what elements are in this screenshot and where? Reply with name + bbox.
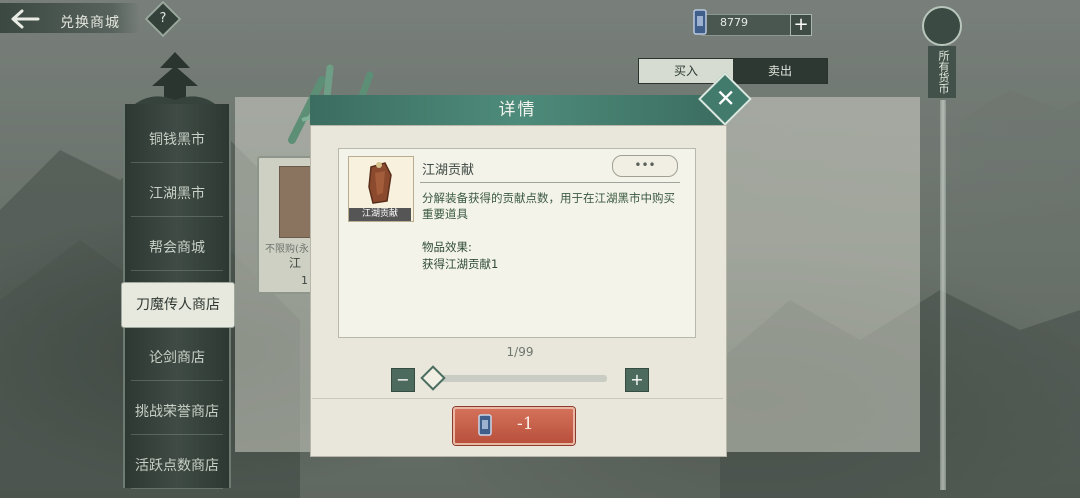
sidebar-item-duel-shop[interactable]: 论剑商店 bbox=[131, 336, 223, 381]
quantity-slider[interactable] bbox=[425, 375, 607, 382]
item-effect-label: 物品效果: bbox=[422, 240, 472, 254]
currency-amount: 8779 bbox=[720, 16, 748, 29]
confirm-cost-label: -1 bbox=[517, 414, 534, 434]
add-currency-button[interactable]: + bbox=[790, 14, 812, 36]
contribution-item-icon bbox=[368, 162, 392, 204]
back-arrow-icon[interactable] bbox=[10, 9, 40, 29]
sidebar-item-jianghu-market[interactable]: 江湖黑市 bbox=[131, 172, 223, 217]
modal-header: 详情 bbox=[310, 95, 725, 125]
detail-divider bbox=[420, 182, 680, 183]
more-options-button[interactable]: ••• bbox=[612, 155, 678, 177]
sidebar-item-guild-shop[interactable]: 帮会商城 bbox=[131, 226, 223, 271]
back-bar[interactable]: 兑换商城 bbox=[0, 3, 140, 33]
sidebar-item-copper-market[interactable]: 铜钱黑市 bbox=[131, 118, 223, 163]
contribution-token-icon bbox=[478, 414, 492, 436]
sidebar-item-blade-heir-shop[interactable]: 刀魔传人商店 bbox=[121, 282, 235, 328]
item-card-count: 1 bbox=[301, 274, 308, 287]
item-name: 江湖贡献 bbox=[422, 163, 475, 178]
item-card-name: 江 bbox=[289, 256, 302, 270]
currency-bar bbox=[700, 14, 802, 36]
item-effect-text: 获得江湖贡献1 bbox=[422, 257, 499, 271]
modal-footer-divider bbox=[312, 398, 723, 399]
sidebar-item-activity-shop[interactable]: 活跃点数商店 bbox=[131, 444, 223, 489]
quantity-text: 1/99 bbox=[506, 345, 534, 359]
confirm-exchange-button[interactable] bbox=[453, 407, 575, 445]
help-icon: ? bbox=[159, 11, 167, 26]
all-currency-label: 所有货币 bbox=[928, 46, 956, 98]
all-currency-button[interactable]: 所有货币 bbox=[922, 6, 962, 110]
tab-sell[interactable]: 卖出 bbox=[733, 59, 827, 83]
modal-title: 详情 bbox=[498, 100, 537, 120]
pagoda-icon bbox=[130, 52, 220, 108]
close-icon: ✕ bbox=[715, 84, 736, 113]
increase-quantity-button[interactable]: + bbox=[625, 368, 649, 392]
currency-emblem-icon bbox=[922, 6, 962, 46]
shop-sidebar: 铜钱黑市 江湖黑市 帮会商城 刀魔传人商店 论剑商店 挑战荣誉商店 活跃点数商店 bbox=[121, 104, 235, 489]
shop-title: 兑换商城 bbox=[60, 15, 120, 31]
sidebar-item-honor-shop[interactable]: 挑战荣誉商店 bbox=[131, 390, 223, 435]
purchase-limit-text: 不限购(永 bbox=[265, 244, 309, 255]
item-icon-caption: 江湖贡献 bbox=[349, 208, 411, 221]
item-description: 分解装备获得的贡献点数，用于在江湖黑市中购买重要道具 bbox=[422, 191, 675, 221]
decrease-quantity-button[interactable]: − bbox=[391, 368, 415, 392]
decorative-rod bbox=[940, 100, 946, 490]
contribution-token-icon bbox=[693, 9, 707, 35]
